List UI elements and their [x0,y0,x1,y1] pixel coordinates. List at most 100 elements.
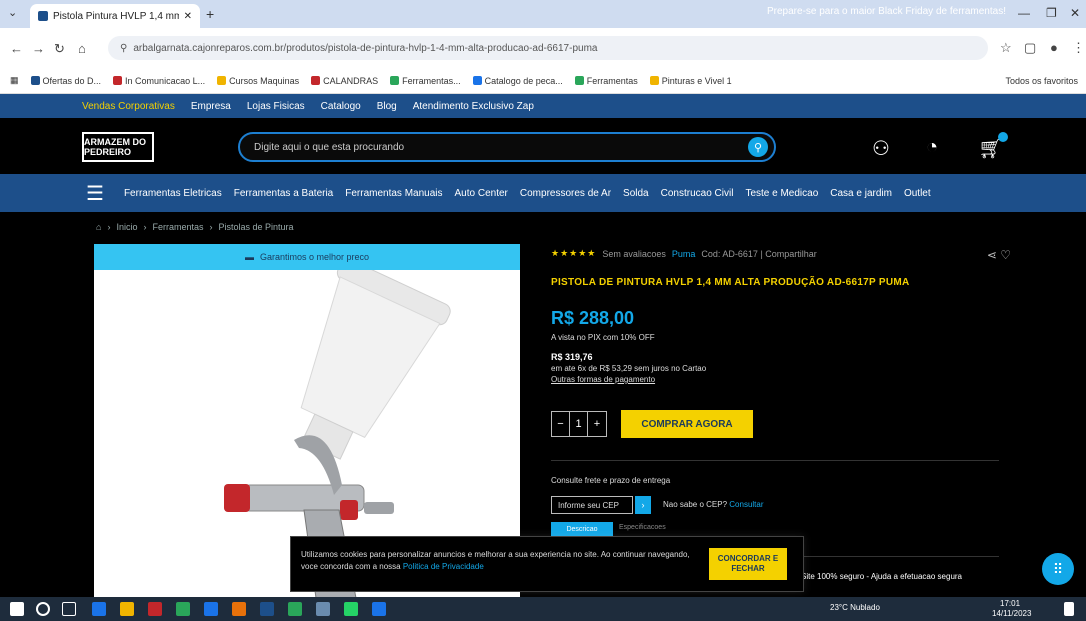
rating-stars[interactable]: ★★★★★ [551,248,596,259]
category-nav-item[interactable]: Solda [623,188,649,199]
utility-link[interactable]: Lojas Fisicas [247,101,305,112]
share-icon[interactable]: ⋖ ♡ [987,248,1011,262]
category-nav-item[interactable]: Auto Center [455,188,508,199]
category-nav-item[interactable]: Outlet [904,188,931,199]
cep-input[interactable]: Informe seu CEP [551,496,633,514]
category-nav-item[interactable]: Construcao Civil [661,188,734,199]
quantity-row: − 1 + COMPRAR AGORA [551,410,753,438]
payment-forms-link[interactable]: Outras formas de pagamento [551,375,1011,384]
cookie-text: Utilizamos cookies para personalizar anu… [301,549,691,573]
utility-link[interactable]: Empresa [191,101,231,112]
black-friday-banner[interactable]: Prepare-se para o maior Black Friday de … [767,6,1006,17]
breadcrumb-item[interactable]: Pistolas de Pintura [218,222,293,232]
help-icon[interactable]: ◔ [926,136,938,159]
excel-icon[interactable] [288,602,302,616]
rating-row: ★★★★★ Sem avaliacoes Puma Cod: AD-6617 |… [551,248,1011,259]
notifications-icon[interactable] [1064,602,1074,616]
tab-description[interactable]: Descricao [551,522,613,536]
account-icon[interactable]: ⚇ [872,136,890,161]
browser-tab[interactable]: Pistola Pintura HVLP 1,4 mm ... ✕ [30,4,200,28]
window-close-icon[interactable]: ✕ [1070,6,1080,20]
search-icon[interactable]: ⚲ [748,137,768,157]
breadcrumb: ⌂ › Inicio › Ferramentas › Pistolas de Pintur… [96,222,294,232]
bookmark-item[interactable]: Ferramentas [574,76,638,86]
star-icon[interactable]: ☆ [1000,40,1012,56]
reload-icon[interactable]: ↻ [54,41,65,57]
minimize-icon[interactable]: — [1018,6,1030,20]
new-tab-icon[interactable]: + [206,6,214,22]
bookmark-item[interactable]: CALANDRAS [311,76,378,86]
breadcrumb-item[interactable]: Ferramentas [152,222,203,232]
utility-link[interactable]: Blog [377,101,397,112]
menu-icon[interactable]: ⋮ [1072,40,1085,56]
home-icon[interactable]: ⌂ [78,41,86,56]
extensions-icon[interactable]: ▢ [1024,40,1036,56]
search-taskbar-icon[interactable] [36,602,50,616]
app-icon[interactable] [372,602,386,616]
bookmark-item[interactable]: Ofertas do D... [30,76,101,86]
app-icon[interactable] [316,602,330,616]
quantity-plus-button[interactable]: + [588,412,606,436]
bookmarks-bar: ▦ Ofertas do D... In Comunicacao L... Curs… [0,68,1086,94]
cep-help-link[interactable]: Consultar [729,500,763,509]
chat-widget-icon[interactable]: ⠿ [1042,553,1074,585]
bookmark-label: Ferramentas... [402,75,461,86]
whatsapp-icon[interactable] [344,602,358,616]
tab-search-icon[interactable]: ⌄ [8,6,17,19]
category-nav-item[interactable]: Compressores de Ar [520,188,611,199]
chrome-icon[interactable] [232,602,246,616]
file-explorer-icon[interactable] [120,602,134,616]
back-icon[interactable]: ← [10,41,23,56]
hamburger-menu-icon[interactable]: ☰ [86,181,104,206]
weather-widget[interactable]: 23°C Nublado [830,603,880,612]
word-icon[interactable] [260,602,274,616]
app-icon[interactable] [148,602,162,616]
privacy-policy-link[interactable]: Politica de Privacidade [403,562,484,571]
site-info-icon[interactable]: ⚲ [120,43,127,54]
category-nav-item[interactable]: Casa e jardim [830,188,892,199]
category-nav-item[interactable]: Ferramentas a Bateria [234,188,334,199]
clock-time[interactable]: 17:01 [1000,599,1020,608]
edge-icon[interactable] [92,602,106,616]
bookmark-item[interactable]: Ferramentas... [390,76,461,86]
utility-link[interactable]: Vendas Corporativas [82,101,175,112]
buy-now-button[interactable]: COMPRAR AGORA [621,410,753,438]
all-bookmarks-link[interactable]: Todos os favoritos [1005,76,1086,86]
bookmark-item[interactable]: Catalogo de peca... [472,76,563,86]
site-logo[interactable]: ARMAZEM DO PEDREIRO [82,132,154,162]
product-price: R$ 288,00 [551,308,635,328]
bookmark-item[interactable]: Cursos Maquinas [217,76,299,86]
breadcrumb-separator: › [143,222,147,232]
tab-specifications[interactable]: Especificacoes [619,524,666,531]
favicon-icon [38,11,48,21]
forward-icon[interactable]: → [32,41,45,56]
quantity-minus-button[interactable]: − [552,412,570,436]
maximize-icon[interactable]: ❐ [1046,6,1057,20]
profile-icon[interactable]: ● [1050,40,1058,55]
close-tab-icon[interactable]: ✕ [184,11,192,22]
search-input[interactable]: Digite aqui o que esta procurando ⚲ [238,132,776,162]
category-nav-item[interactable]: Teste e Medicao [745,188,818,199]
category-nav-item[interactable]: Ferramentas Eletricas [124,188,222,199]
app-icon[interactable] [176,602,190,616]
bookmark-item[interactable]: Pinturas e Vivel 1 [649,76,732,86]
home-breadcrumb-icon[interactable]: ⌂ [96,222,101,232]
brand-link[interactable]: Puma [672,249,696,259]
accept-cookies-button[interactable]: CONCORDAR E FECHAR [709,548,787,580]
cep-submit-button[interactable]: › [635,496,651,514]
utility-link[interactable]: Catalogo [321,101,361,112]
category-nav-item[interactable]: Ferramentas Manuais [345,188,442,199]
url-bar[interactable]: ⚲ arbalgarnata.cajonreparos.com.br/produ… [108,36,988,60]
app-icon[interactable] [204,602,218,616]
quantity-stepper[interactable]: − 1 + [551,411,607,437]
utility-link[interactable]: Atendimento Exclusivo Zap [413,101,534,112]
quantity-value[interactable]: 1 [570,412,588,436]
breadcrumb-separator: › [209,222,213,232]
banner-text: Garantimos o melhor preco [259,252,370,262]
windows-start-icon[interactable] [10,602,24,616]
breadcrumb-item[interactable]: Inicio [116,222,137,232]
clock-date[interactable]: 14/11/2023 [992,609,1031,618]
bookmark-item[interactable]: In Comunicacao L... [113,76,205,86]
task-view-icon[interactable] [62,602,76,616]
apps-icon[interactable]: ▦ [10,75,19,86]
